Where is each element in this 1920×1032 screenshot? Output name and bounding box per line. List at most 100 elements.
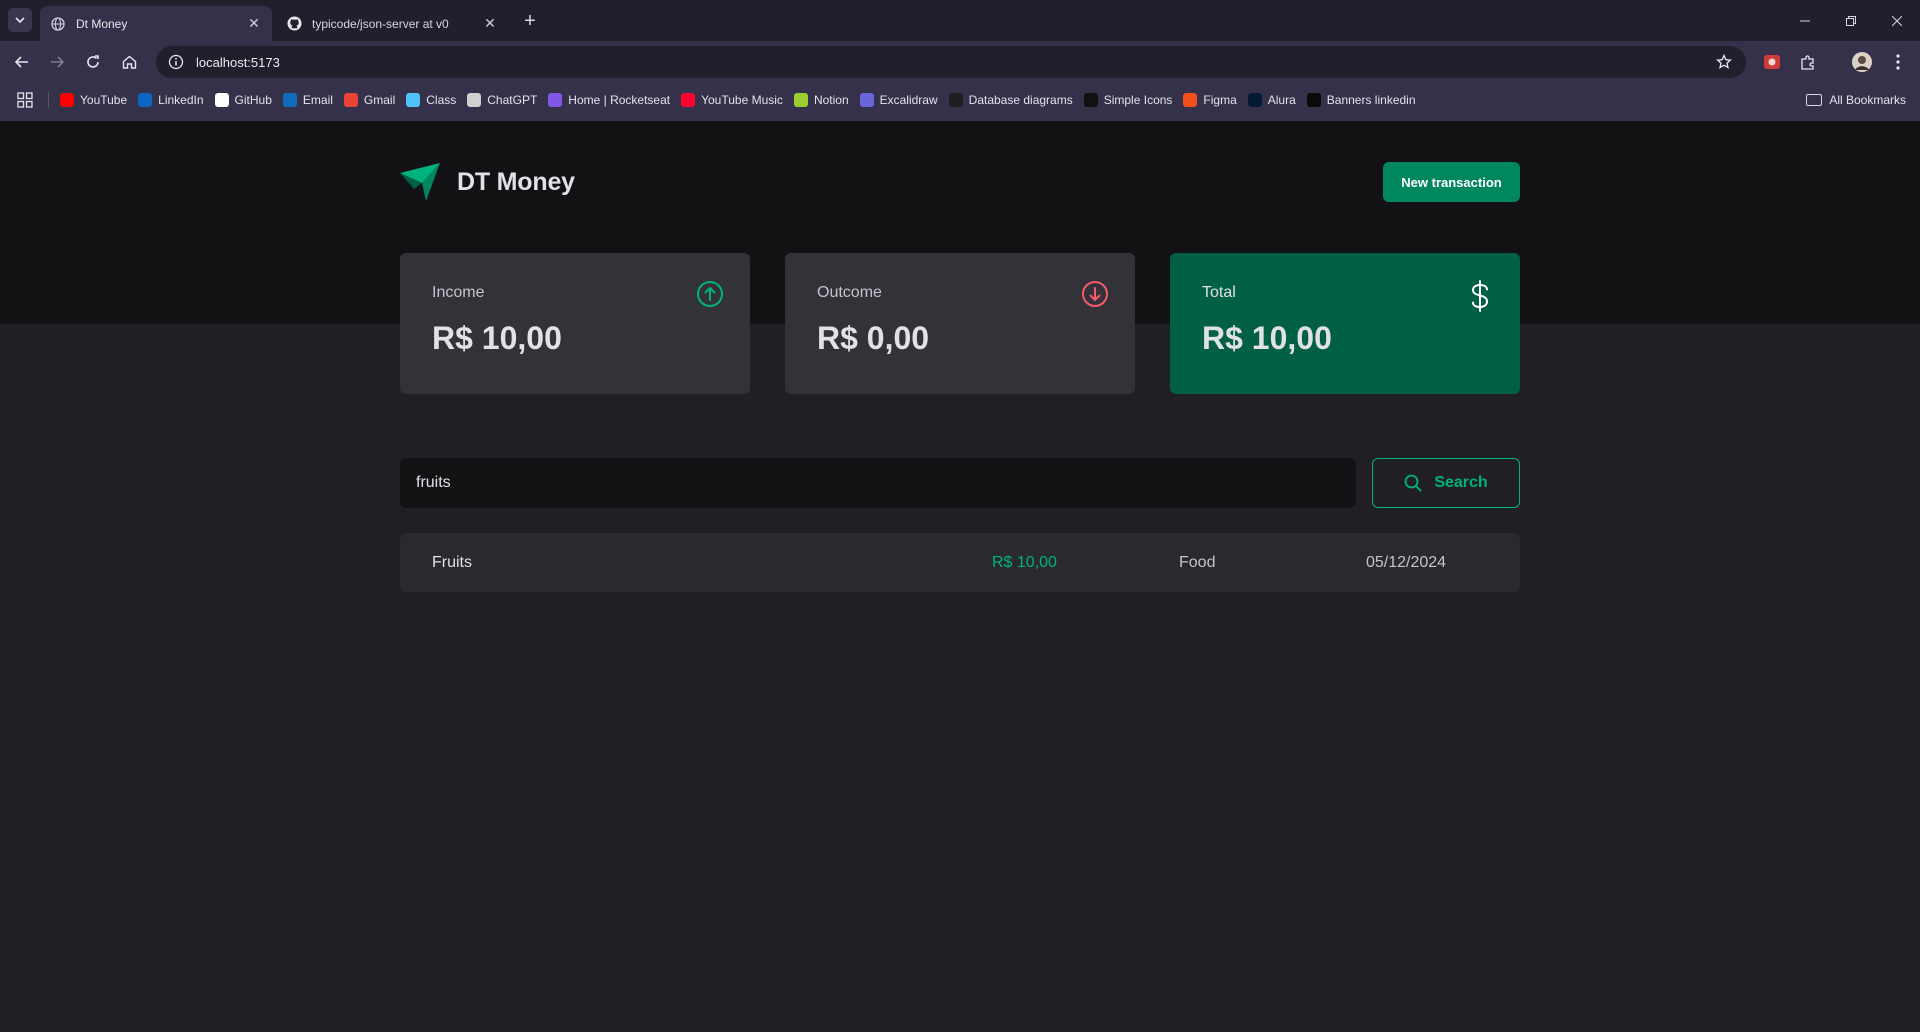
forward-button[interactable]	[45, 50, 69, 74]
bookmark-item[interactable]: Banners linkedin	[1306, 87, 1416, 113]
reload-button[interactable]	[81, 50, 105, 74]
income-label: Income	[432, 284, 485, 301]
bookmark-item[interactable]: YouTube	[60, 87, 127, 113]
browser-menu-button[interactable]	[1886, 50, 1910, 74]
simple-icons-icon	[1083, 93, 1098, 107]
youtube-icon	[60, 93, 74, 107]
extensions-button[interactable]	[1796, 50, 1820, 74]
excalidraw-icon	[859, 93, 874, 107]
bookmarks-list: YouTube LinkedIn GitHub Email Gmail Class Chat…	[60, 87, 1427, 113]
new-transaction-button[interactable]: New transaction	[1383, 162, 1520, 202]
transaction-category: Food	[1179, 553, 1216, 571]
close-window-button[interactable]	[1874, 0, 1920, 41]
bookmark-item[interactable]: ChatGPT	[467, 87, 537, 113]
bookmark-item[interactable]: Gmail	[343, 87, 395, 113]
browser-toolbar: localhost:5173	[0, 41, 1920, 83]
transaction-date: 05/12/2024	[1366, 553, 1447, 571]
tab-search-button[interactable]	[8, 8, 32, 32]
tab-json-server[interactable]: typicode/json-server at v0 ✕	[276, 6, 508, 41]
bookmark-label: Home | Rocketseat	[568, 93, 671, 107]
bookmark-item[interactable]: Class	[406, 87, 456, 113]
arrow-circle-down-icon	[1082, 281, 1108, 307]
close-tab-icon[interactable]: ✕	[482, 15, 498, 32]
bookmark-item[interactable]: Alura	[1247, 87, 1296, 113]
bookmarks-separator	[48, 92, 49, 108]
outcome-label: Outcome	[817, 284, 882, 301]
tab-dt-money[interactable]: Dt Money ✕	[40, 6, 272, 41]
bookmark-label: LinkedIn	[158, 93, 204, 107]
bookmark-label: Alura	[1267, 93, 1296, 107]
close-tab-icon[interactable]: ✕	[246, 15, 262, 32]
avatar-icon	[1852, 52, 1872, 72]
profile-avatar[interactable]	[1850, 50, 1874, 74]
bookmark-label: GitHub	[234, 93, 272, 107]
gmail-icon	[343, 93, 358, 107]
extension-red-icon	[1764, 55, 1780, 69]
bookmark-item[interactable]: Excalidraw	[859, 87, 938, 113]
income-value: R$ 10,00	[432, 320, 562, 356]
all-bookmarks-button[interactable]: All Bookmarks	[1806, 87, 1906, 113]
bookmark-label: Simple Icons	[1103, 93, 1173, 107]
transaction-price: R$ 10,00	[992, 553, 1057, 571]
extension-button[interactable]	[1760, 50, 1784, 74]
minimize-icon	[1800, 20, 1810, 21]
chatgpt-icon	[467, 93, 482, 107]
bookmark-item[interactable]: Home | Rocketseat	[548, 87, 670, 113]
site-info-icon[interactable]	[168, 54, 184, 70]
bookmark-label: Notion	[813, 93, 849, 107]
linkedin-icon	[138, 93, 153, 107]
bookmark-item[interactable]: GitHub	[214, 87, 272, 113]
arrow-circle-up-icon	[697, 281, 723, 307]
tab-title: typicode/json-server at v0	[312, 16, 449, 31]
summary-cards: Income R$ 10,00 Outcome R$ 0,00 Total R$…	[400, 253, 1520, 394]
total-label: Total	[1202, 284, 1236, 301]
magnifying-glass-icon	[1404, 474, 1422, 492]
github-icon	[286, 16, 302, 32]
back-button[interactable]	[10, 50, 34, 74]
currency-dollar-icon	[1471, 280, 1489, 312]
minimize-button[interactable]	[1782, 0, 1828, 41]
youtube-music-icon	[681, 93, 696, 107]
search-button[interactable]: Search	[1372, 458, 1520, 508]
bookmark-star-icon[interactable]	[1714, 52, 1734, 72]
notion-icon	[793, 93, 808, 107]
all-bookmarks-label: All Bookmarks	[1829, 93, 1906, 107]
bookmark-item[interactable]: Simple Icons	[1083, 87, 1173, 113]
bookmark-item[interactable]: Email	[282, 87, 333, 113]
folder-icon	[1806, 94, 1823, 106]
income-card: Income R$ 10,00	[400, 253, 750, 394]
tab-title: Dt Money	[76, 16, 128, 31]
total-value: R$ 10,00	[1202, 320, 1332, 356]
figma-icon	[1183, 93, 1198, 107]
rocketseat-icon	[548, 93, 563, 107]
bookmark-item[interactable]: Figma	[1183, 87, 1237, 113]
reload-icon	[87, 55, 99, 68]
address-bar[interactable]: localhost:5173	[156, 46, 1746, 78]
home-button[interactable]	[117, 50, 141, 74]
github-icon	[214, 93, 229, 107]
alura-icon	[1247, 93, 1262, 107]
arrow-left-icon	[15, 56, 28, 68]
bookmark-label: Banners linkedin	[1326, 93, 1416, 107]
close-icon	[1892, 15, 1902, 26]
home-icon	[122, 55, 136, 69]
outcome-value: R$ 0,00	[817, 320, 930, 356]
bookmark-item[interactable]: Database diagrams	[948, 87, 1073, 113]
new-tab-button[interactable]: +	[518, 9, 542, 33]
bookmark-label: Excalidraw	[879, 93, 938, 107]
kebab-menu-icon	[1896, 54, 1900, 70]
restore-button[interactable]	[1828, 0, 1874, 41]
bookmark-item[interactable]: LinkedIn	[138, 87, 204, 113]
outcome-card: Outcome R$ 0,00	[785, 253, 1135, 394]
bookmark-item[interactable]: YouTube Music	[681, 87, 783, 113]
app-header: DT Money New transaction	[400, 161, 1520, 203]
bookmark-item[interactable]: Notion	[793, 87, 849, 113]
transactions-table: Fruits R$ 10,00 Food 05/12/2024	[400, 533, 1520, 592]
bookmark-label: Email	[302, 93, 333, 107]
search-button-label: Search	[1434, 474, 1488, 491]
url-text[interactable]: localhost:5173	[196, 55, 280, 70]
bookmark-label: ChatGPT	[487, 93, 538, 107]
apps-grid-icon[interactable]	[17, 92, 33, 108]
search-input[interactable]	[400, 458, 1356, 508]
table-row: Fruits R$ 10,00 Food 05/12/2024	[400, 533, 1520, 592]
